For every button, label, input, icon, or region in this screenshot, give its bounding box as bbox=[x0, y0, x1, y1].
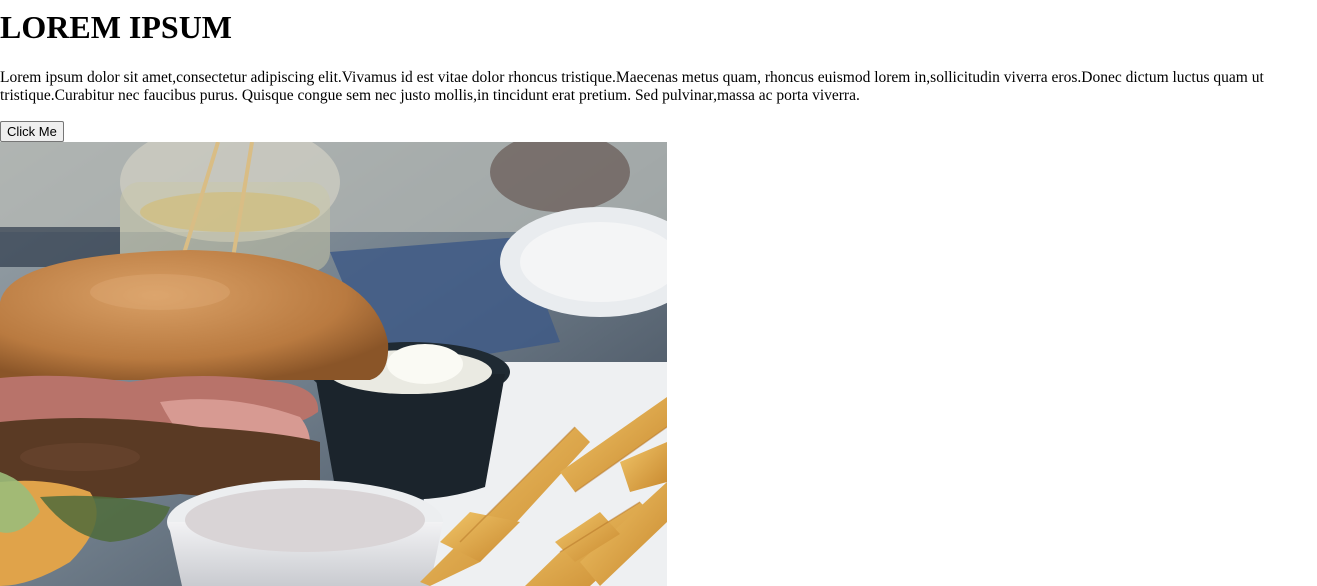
intro-paragraph: Lorem ipsum dolor sit amet,consectetur a… bbox=[0, 69, 1264, 104]
burger-photo bbox=[0, 142, 667, 586]
page-title: LOREM IPSUM bbox=[0, 9, 232, 45]
click-me-button[interactable]: Click Me bbox=[0, 121, 64, 142]
